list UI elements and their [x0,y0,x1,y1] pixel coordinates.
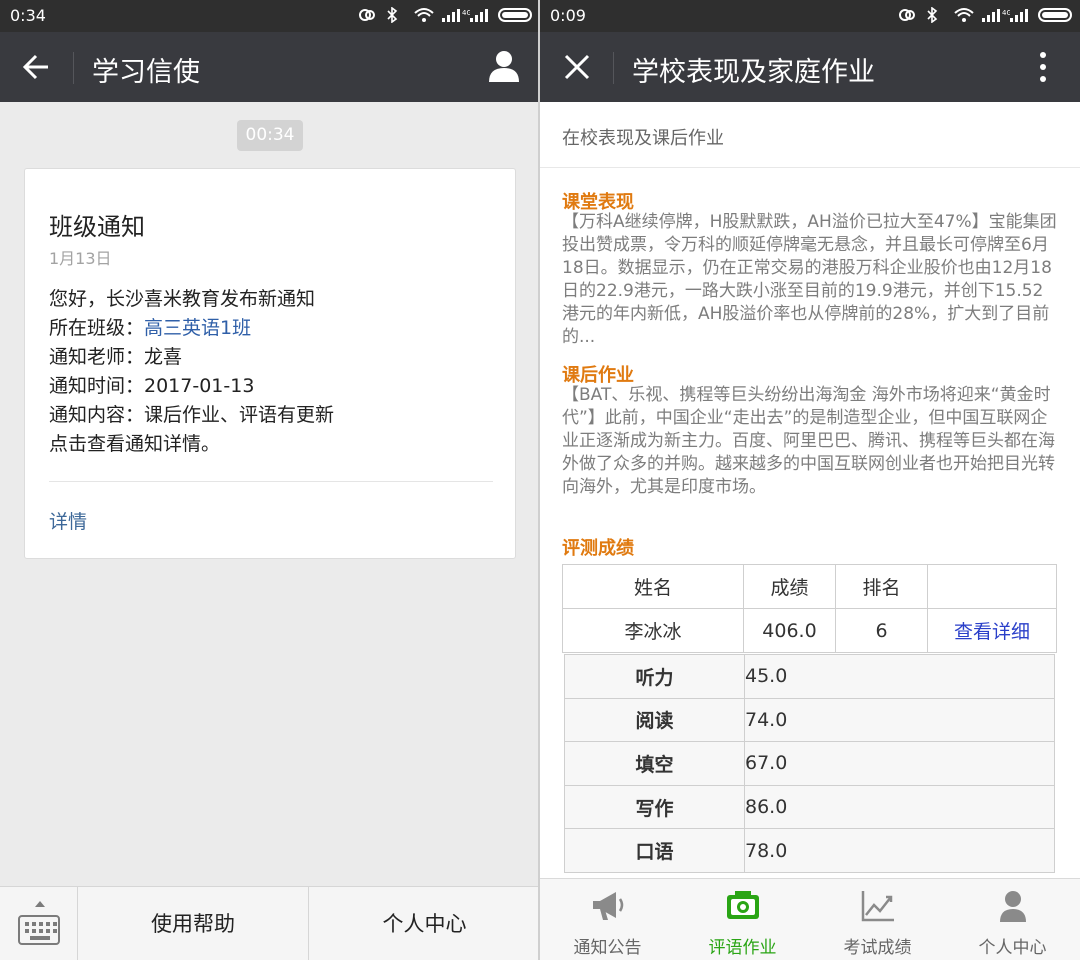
status-time: 0:34 [10,6,46,25]
help-menu-button[interactable]: 使用帮助 [78,887,309,960]
table-row: 李冰冰 406.0 6 查看详细 [562,608,1057,653]
left-screen: 0:34 4G 学习信使 00:34 班级通知 1月13日 您好，长沙喜米教育发… [0,0,540,960]
title-separator [613,52,614,84]
subject-scores-table: 听力 45.0 阅读 74.0 填空 67.0 写作 86.0 口语 78.0 [564,654,1055,873]
card-divider [49,481,493,482]
page-title: 学校表现及家庭作业 [632,57,875,88]
subject-score: 67.0 [744,741,1055,786]
view-details-link[interactable]: 查看详细 [927,608,1057,653]
tab-exam-scores[interactable]: 考试成绩 [810,879,945,960]
tab-label: 通知公告 [573,938,642,958]
status-icons: 4G [358,7,532,23]
notice-line: 点击查看通知详情。 [49,433,221,455]
table-row: 口语 78.0 [564,828,1055,873]
tab-notices[interactable]: 通知公告 [540,879,675,960]
scores-table: 姓名 成绩 排名 李冰冰 406.0 6 查看详细 [562,564,1057,653]
title-separator [73,52,74,84]
notice-line: 通知时间：2017-01-13 [49,375,255,397]
subject-score: 45.0 [744,654,1055,699]
column-header: 排名 [835,564,928,609]
subject-name: 写作 [564,784,745,830]
camera-icon [725,889,761,923]
tab-personal-center[interactable]: 个人中心 [945,879,1080,960]
message-time: 00:34 [237,120,303,151]
notice-line: 通知内容：课后作业、评语有更新 [49,404,335,426]
right-screen: 0:09 4G 学校表现及家庭作业 在校表现及课后作业 课堂表现 【万科A继续停… [540,0,1080,960]
status-bar: 0:34 4G [0,0,540,32]
personal-center-menu-button[interactable]: 个人中心 [309,887,540,960]
close-icon[interactable] [564,54,590,84]
table-header-row: 姓名 成绩 排名 [562,564,1057,609]
subject-name: 口语 [564,828,745,873]
subject-score: 74.0 [744,697,1055,743]
tab-comments-homework[interactable]: 评语作业 [675,879,810,960]
signal-icon [470,7,488,23]
title-bar: 学习信使 [0,32,540,102]
table-row: 阅读 74.0 [564,697,1055,743]
notice-class-line: 所在班级：高三英语1班 [49,313,251,340]
column-header: 成绩 [743,564,836,609]
table-row: 写作 86.0 [564,784,1055,830]
keyboard-icon [18,915,60,945]
battery-icon [1038,8,1072,22]
page-title: 学习信使 [92,57,200,88]
battery-icon [498,8,532,22]
chart-icon [860,889,896,923]
more-options-icon[interactable] [1038,50,1048,88]
svg-text:4G: 4G [462,9,470,17]
subject-name: 听力 [564,654,745,699]
person-icon [995,889,1031,923]
notice-line: 您好，长沙喜米教育发布新通知 [49,288,316,310]
table-row: 填空 67.0 [564,741,1055,786]
wifi-icon [954,7,974,23]
column-header-empty [927,564,1057,609]
subject-score: 86.0 [744,784,1055,830]
class-label: 所在班级： [49,317,145,339]
profile-icon[interactable] [487,48,521,88]
notice-card[interactable]: 班级通知 1月13日 您好，长沙喜米教育发布新通知 所在班级：高三英语1班 通知… [24,168,516,559]
subtitle-divider [540,167,1080,168]
bottom-menu-bar: 使用帮助 个人中心 [0,886,540,960]
subject-name: 阅读 [564,697,745,743]
scores-section-title: 评测成绩 [562,538,634,559]
bluetooth-icon [386,7,404,23]
back-arrow-icon[interactable] [22,52,52,86]
megaphone-icon [590,889,626,923]
table-row: 听力 45.0 [564,654,1055,699]
bluetooth-icon [926,7,944,23]
subject-name: 填空 [564,741,745,786]
status-time: 0:09 [550,6,586,25]
link-icon [898,7,916,23]
signal-4g-icon: 4G [982,7,1010,23]
column-header: 姓名 [562,564,744,609]
classroom-section-body: 【万科A继续停牌，H股默默跌，AH溢价已拉大至47%】宝能集团投出赞成票，令万科… [562,212,1057,347]
svg-text:4G: 4G [1002,9,1010,17]
notice-line: 通知老师：龙喜 [49,346,183,368]
tab-label: 评语作业 [708,938,777,958]
class-link[interactable]: 高三英语1班 [144,317,251,339]
notice-date: 1月13日 [49,249,112,268]
total-score: 406.0 [743,608,836,653]
rank: 6 [835,608,928,653]
notice-title: 班级通知 [49,213,145,241]
student-name: 李冰冰 [562,608,744,653]
detail-link[interactable]: 详情 [49,507,87,534]
caret-up-icon [35,901,45,907]
signal-icon [1010,7,1028,23]
status-icons: 4G [898,7,1072,23]
link-icon [358,7,376,23]
page-subtitle: 在校表现及课后作业 [562,128,724,149]
homework-section-body: 【BAT、乐视、携程等巨头纷纷出海淘金 海外市场将迎来“黄金时代”】此前，中国企… [562,385,1055,497]
title-bar: 学校表现及家庭作业 [540,32,1080,102]
tab-label: 考试成绩 [843,938,912,958]
tab-bar: 通知公告 评语作业 考试成绩 个人中心 [540,878,1080,960]
subject-score: 78.0 [744,828,1055,873]
signal-4g-icon: 4G [442,7,470,23]
tab-label: 个人中心 [978,938,1047,958]
wifi-icon [414,7,434,23]
keyboard-toggle[interactable] [0,887,78,960]
status-bar: 0:09 4G [540,0,1080,32]
